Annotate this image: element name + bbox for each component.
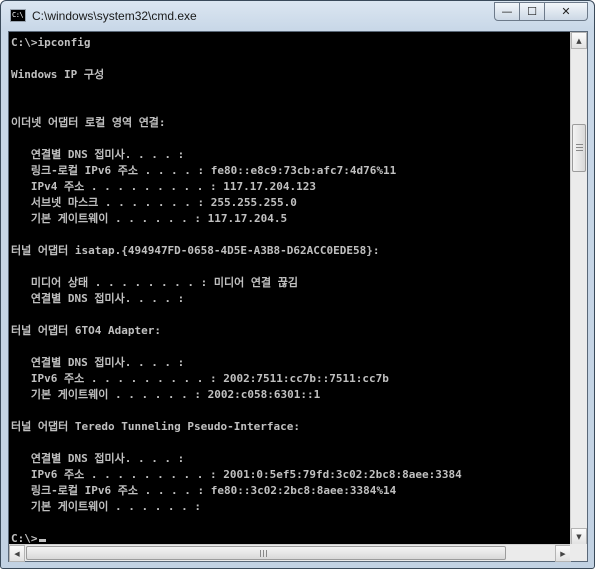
scroll-right-arrow-icon[interactable]: ▶	[555, 545, 571, 562]
console-line: 연결별 DNS 접미사. . . . :	[11, 148, 185, 161]
cmd-app-icon[interactable]: C:\	[10, 9, 26, 22]
thumb-grip-line	[576, 147, 583, 148]
console-line: 터널 어댑터 isatap.{494947FD-0658-4D5E-A3B8-D…	[11, 244, 380, 257]
console-line: IPv6 주소 . . . . . . . . . : 2002:7511:cc…	[11, 372, 389, 385]
console-line: 터널 어댑터 6TO4 Adapter:	[11, 324, 161, 337]
close-button[interactable]: ✕	[545, 2, 588, 21]
console-line: 링크-로컬 IPv6 주소 . . . . : fe80::e8c9:73cb:…	[11, 164, 397, 177]
text-cursor	[38, 539, 46, 542]
window-title: C:\windows\system32\cmd.exe	[32, 9, 197, 23]
vertical-scroll-thumb[interactable]	[572, 124, 586, 172]
console-line: 터널 어댑터 Teredo Tunneling Pseudo-Interface…	[11, 420, 301, 433]
cmd-icon-label: C:\	[12, 11, 24, 19]
console-line: 링크-로컬 IPv6 주소 . . . . : fe80::3c02:2bc8:…	[11, 484, 397, 497]
thumb-grip-line	[576, 150, 583, 151]
thumb-grip-line	[263, 550, 264, 557]
thumb-grip-line	[576, 144, 583, 145]
console-line: 기본 게이트웨이 . . . . . . : 2002:c058:6301::1	[11, 388, 321, 401]
console-line: 기본 게이트웨이 . . . . . . : 117.17.204.5	[11, 212, 288, 225]
console-line: C:\>ipconfig	[11, 36, 91, 49]
console-line: Windows IP 구성	[11, 68, 105, 81]
maximize-button[interactable]: ☐	[520, 2, 545, 21]
console-line: 기본 게이트웨이 . . . . . . :	[11, 500, 202, 513]
minimize-button[interactable]: —	[494, 2, 520, 21]
console-line: 연결별 DNS 접미사. . . . :	[11, 292, 185, 305]
scrollbar-corner	[570, 544, 587, 561]
scroll-up-arrow-icon[interactable]: ▲	[571, 32, 587, 49]
console-line: IPv4 주소 . . . . . . . . . : 117.17.204.1…	[11, 180, 317, 193]
scroll-down-arrow-icon[interactable]: ▼	[571, 528, 587, 545]
console-line: 미디어 상태 . . . . . . . . : 미디어 연결 끊김	[11, 276, 299, 289]
thumb-grip-line	[266, 550, 267, 557]
cmd-window: C:\ C:\windows\system32\cmd.exe — ☐ ✕ C:…	[0, 0, 595, 569]
console-line: IPv6 주소 . . . . . . . . . : 2001:0:5ef5:…	[11, 468, 462, 481]
horizontal-scrollbar[interactable]: ◀ ▶	[9, 544, 571, 562]
console-output[interactable]: C:\>ipconfig Windows IP 구성 이더넷 어댑터 로컬 영역…	[9, 32, 571, 545]
console-line: 서브넷 마스크 . . . . . . . : 255.255.255.0	[11, 196, 297, 209]
console-line: 이더넷 어댑터 로컬 영역 연결:	[11, 116, 166, 129]
thumb-grip-line	[260, 550, 261, 557]
title-bar[interactable]: C:\ C:\windows\system32\cmd.exe — ☐ ✕	[1, 1, 594, 31]
console-line: 연결별 DNS 접미사. . . . :	[11, 452, 185, 465]
scroll-left-arrow-icon[interactable]: ◀	[9, 545, 25, 562]
console-line: 연결별 DNS 접미사. . . . :	[11, 356, 185, 369]
horizontal-scroll-thumb[interactable]	[26, 546, 506, 560]
window-controls: — ☐ ✕	[494, 2, 588, 21]
console-client-area: C:\>ipconfig Windows IP 구성 이더넷 어댑터 로컬 영역…	[8, 31, 588, 562]
console-text: C:\>ipconfig Windows IP 구성 이더넷 어댑터 로컬 영역…	[11, 35, 462, 545]
vertical-scrollbar[interactable]: ▲ ▼	[570, 32, 587, 545]
